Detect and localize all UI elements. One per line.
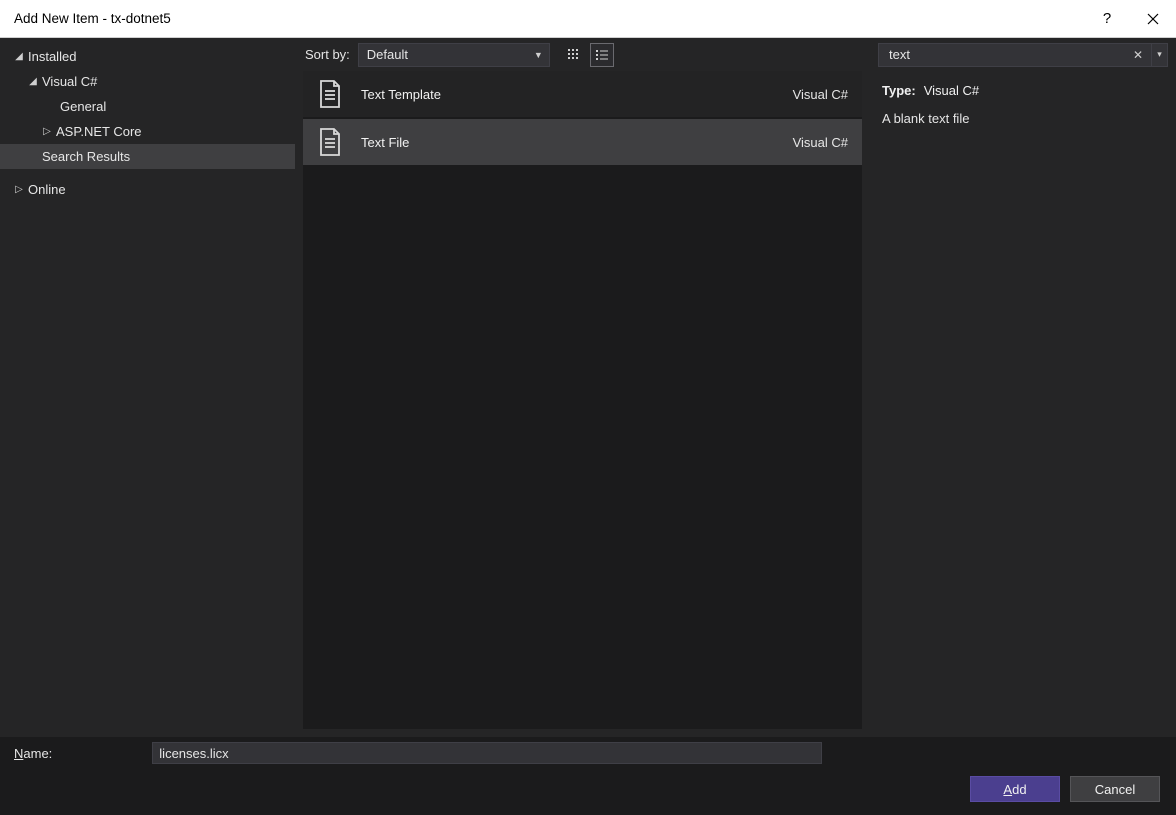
template-text-file[interactable]: Text File Visual C# [303, 119, 862, 165]
cancel-button-label: Cancel [1095, 782, 1135, 797]
close-icon [1147, 13, 1159, 25]
type-line: Type: Visual C# [882, 81, 1164, 101]
collapse-icon: ◢ [12, 51, 26, 62]
search-options-dropdown[interactable]: ▾ [1152, 43, 1168, 67]
close-button[interactable] [1130, 0, 1176, 38]
toolbar: Sort by: Default ▼ [295, 38, 870, 71]
tree-online[interactable]: ▷ Online [0, 177, 295, 202]
list-icon [595, 48, 609, 62]
tree-label: Installed [26, 49, 76, 64]
tree-label: General [58, 99, 106, 114]
template-category: Visual C# [793, 87, 848, 102]
expand-icon: ▷ [40, 126, 54, 137]
template-description: A blank text file [882, 109, 1164, 129]
add-button[interactable]: Add [970, 776, 1060, 802]
collapse-icon: ◢ [26, 76, 40, 87]
category-tree: ◢ Installed ◢ Visual C# General ▷ ASP.NE… [0, 38, 295, 737]
cancel-button[interactable]: Cancel [1070, 776, 1160, 802]
help-button[interactable]: ? [1084, 0, 1130, 38]
name-input[interactable] [152, 742, 822, 764]
title-bar: Add New Item - tx-dotnet5 ? [0, 0, 1176, 38]
grid-icon [567, 48, 581, 62]
view-medium-icons-button[interactable] [562, 43, 586, 67]
sort-by-label: Sort by: [305, 47, 350, 62]
type-value: Visual C# [924, 81, 979, 101]
tree-label: Search Results [40, 149, 130, 164]
clear-search-button[interactable]: ✕ [1129, 48, 1147, 62]
tree-installed[interactable]: ◢ Installed [0, 44, 295, 69]
template-label: Text Template [347, 87, 793, 102]
add-button-label: Add [1003, 782, 1026, 797]
details-panel: ✕ ▾ Type: Visual C# A blank text file [870, 38, 1176, 737]
window-title: Add New Item - tx-dotnet5 [14, 11, 171, 26]
tree-visual-csharp[interactable]: ◢ Visual C# [0, 69, 295, 94]
client-area: ◢ Installed ◢ Visual C# General ▷ ASP.NE… [0, 38, 1176, 815]
search-input[interactable] [887, 46, 1129, 63]
tree-label: Visual C# [40, 74, 97, 89]
chevron-down-icon: ▼ [534, 50, 543, 60]
document-icon [313, 125, 347, 159]
footer: Add Cancel [0, 769, 1176, 815]
tree-label: ASP.NET Core [54, 124, 142, 139]
template-text-template[interactable]: Text Template Visual C# [303, 71, 862, 117]
add-new-item-dialog: Add New Item - tx-dotnet5 ? ◢ Installed … [0, 0, 1176, 815]
template-label: Text File [347, 135, 793, 150]
document-icon [313, 77, 347, 111]
sort-dropdown[interactable]: Default ▼ [358, 43, 550, 67]
expand-icon: ▷ [12, 184, 26, 195]
tree-aspnet-core[interactable]: ▷ ASP.NET Core [0, 119, 295, 144]
template-category: Visual C# [793, 135, 848, 150]
tree-search-results[interactable]: Search Results [0, 144, 295, 169]
view-mode-group [562, 43, 614, 67]
center-panel: Sort by: Default ▼ [295, 38, 870, 737]
name-bar: Name: [0, 737, 1176, 769]
chevron-down-icon: ▾ [1157, 49, 1162, 60]
template-list: Text Template Visual C# [303, 71, 862, 729]
template-details: Type: Visual C# A blank text file [870, 71, 1176, 139]
sort-value: Default [367, 47, 534, 62]
type-label: Type: [882, 81, 916, 101]
search-wrap: ✕ ▾ [870, 38, 1176, 71]
name-label: Name: [14, 746, 52, 761]
search-box[interactable]: ✕ [878, 43, 1152, 67]
tree-label: Online [26, 182, 66, 197]
main-area: ◢ Installed ◢ Visual C# General ▷ ASP.NE… [0, 38, 1176, 737]
view-small-list-button[interactable] [590, 43, 614, 67]
tree-general[interactable]: General [0, 94, 295, 119]
